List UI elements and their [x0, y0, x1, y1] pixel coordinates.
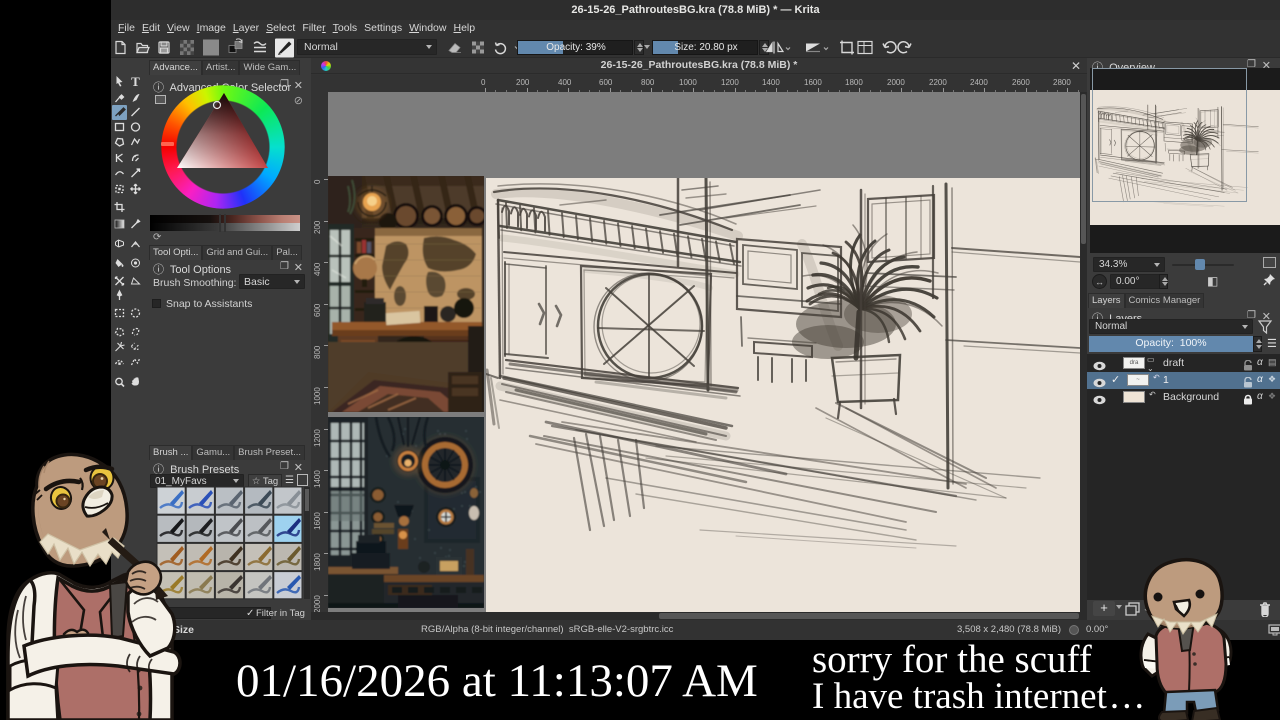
svg-text:T: T — [131, 74, 140, 89]
